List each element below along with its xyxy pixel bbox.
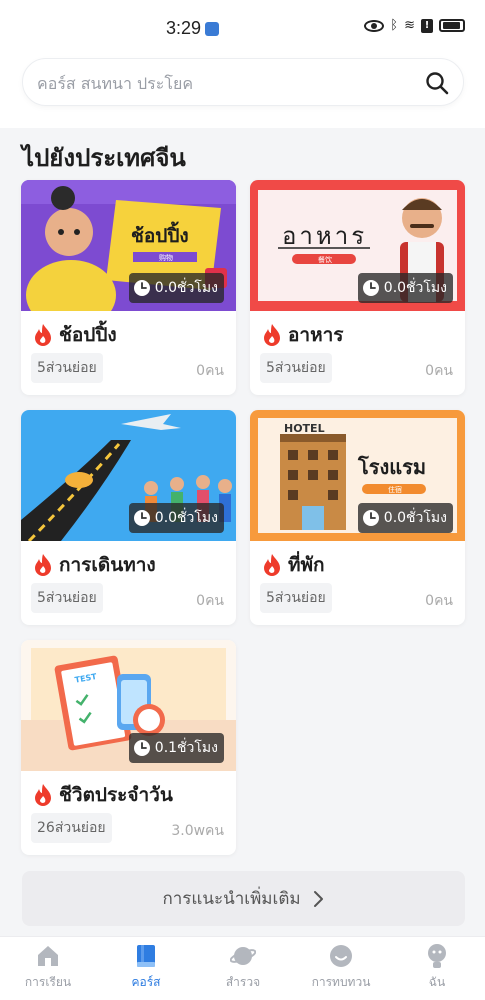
card-title: ที่พัก: [262, 550, 325, 580]
eye-icon: [364, 19, 385, 32]
fire-icon: [35, 784, 51, 806]
nav-label: การทบทวน: [311, 975, 371, 989]
fire-icon: [264, 554, 280, 576]
subunit-count: 5ส่วนย่อย: [31, 583, 103, 613]
card-title-text: ชีวิตประจำวัน: [59, 784, 173, 806]
banner-text: โรงแรม: [357, 455, 426, 479]
review-icon: [330, 945, 352, 967]
notification-icon: [205, 22, 219, 36]
card-image: HOTEL โรงแรม 住宿 0.0ชั่วโมง: [250, 410, 465, 541]
card-title-text: ช้อปปิ้ง: [59, 324, 117, 346]
duration-text: 0.0ชั่วโมง: [383, 280, 447, 296]
nav-item-review[interactable]: การทบทวน: [296, 943, 386, 999]
fire-icon: [264, 324, 280, 346]
wifi-icon: ≋: [404, 18, 415, 33]
nav-label: สำรวจ: [225, 975, 261, 989]
alert-icon: !: [421, 18, 433, 33]
card-image: อาหาร 餐饮 0.0ชั่วโมง: [250, 180, 465, 311]
bluetooth-icon: ᛒ: [390, 18, 399, 33]
status-icons: ᛒ ≋ !: [364, 18, 465, 33]
learner-count: 3.0wคน: [171, 823, 224, 839]
duration-badge: 0.0ชั่วโมง: [357, 503, 453, 533]
nav-label: ฉัน: [428, 975, 446, 989]
learner-count: 0คน: [425, 363, 453, 379]
learner-count: 0คน: [196, 363, 224, 379]
duration-text: 0.0ชั่วโมง: [154, 510, 218, 526]
banner-text: อาหาร: [282, 222, 367, 250]
clock-icon: [133, 740, 150, 756]
clock-icon: [133, 510, 150, 526]
card-image: ช้อปปิ้ง 购物 0.0ชั่วโมง: [21, 180, 236, 311]
card-image: 0.0ชั่วโมง: [21, 410, 236, 541]
learner-count: 0คน: [196, 593, 224, 609]
bottom-nav: การเรียน คอร์ส สำรวจ การทบทวน ฉัน: [0, 936, 485, 1000]
banner-sub: 餐饮: [318, 255, 332, 264]
nav-label: คอร์ส: [131, 975, 161, 989]
duration-text: 0.1ชั่วโมง: [154, 740, 218, 756]
search-input[interactable]: [37, 71, 417, 95]
banner-sub: 住宿: [388, 485, 402, 494]
subunit-count: 26ส่วนย่อย: [31, 813, 112, 843]
search-area: [0, 58, 485, 128]
card-image: TEST 0.1ชั่วโมง: [21, 640, 236, 771]
banner-text: ช้อปปิ้ง: [131, 221, 189, 247]
planet-icon: [230, 947, 256, 965]
more-recommendations-button[interactable]: การแนะนำเพิ่มเติม: [22, 871, 465, 926]
course-card-accommodation[interactable]: HOTEL โรงแรม 住宿 0.0ชั่วโมง ที่พัก 5ส่วนย…: [250, 410, 465, 625]
nav-item-explore[interactable]: สำรวจ: [198, 943, 288, 999]
clock-icon: [362, 510, 379, 526]
more-recommendations-label: การแนะนำเพิ่มเติม: [162, 889, 301, 909]
duration-text: 0.0ชั่วโมง: [154, 280, 218, 296]
card-title: อาหาร: [262, 320, 343, 350]
duration-badge: 0.0ชั่วโมง: [128, 503, 224, 533]
nav-item-learning[interactable]: การเรียน: [3, 943, 93, 999]
clock-icon: [133, 280, 150, 296]
card-title-text: ที่พัก: [288, 554, 325, 576]
subunit-count: 5ส่วนย่อย: [31, 353, 103, 383]
learner-count: 0คน: [425, 593, 453, 609]
nav-item-profile[interactable]: ฉัน: [392, 943, 482, 999]
battery-icon: [439, 19, 465, 32]
subunit-count: 5ส่วนย่อย: [260, 583, 332, 613]
card-title-text: อาหาร: [288, 324, 344, 346]
card-title: ชีวิตประจำวัน: [33, 780, 173, 810]
fire-icon: [35, 324, 51, 346]
banner-sub: 购物: [159, 253, 173, 262]
fire-icon: [35, 554, 51, 576]
card-title-text: การเดินทาง: [59, 554, 156, 576]
course-card-food[interactable]: อาหาร 餐饮 0.0ชั่วโมง อาหาร 5ส่วนย่อย 0คน: [250, 180, 465, 395]
banner-sign: HOTEL: [284, 422, 325, 435]
card-title: การเดินทาง: [33, 550, 156, 580]
section-title: ไปยังประเทศจีน: [22, 144, 186, 172]
status-time: 3:29: [166, 18, 202, 38]
search-icon[interactable]: [425, 71, 449, 95]
chevron-right-icon: [313, 890, 323, 907]
duration-badge: 0.1ชั่วโมง: [128, 733, 224, 763]
clock-icon: [362, 280, 379, 296]
course-card-shopping[interactable]: ช้อปปิ้ง 购物 0.0ชั่วโมง ช้อปปิ้ง 5ส่วนย่อ…: [21, 180, 236, 395]
subunit-count: 5ส่วนย่อย: [260, 353, 332, 383]
nav-label: การเรียน: [24, 975, 72, 989]
nav-item-courses[interactable]: คอร์ส: [101, 943, 191, 999]
status-bar: 3:29 ᛒ ≋ !: [0, 0, 485, 58]
course-card-travel[interactable]: 0.0ชั่วโมง การเดินทาง 5ส่วนย่อย 0คน: [21, 410, 236, 625]
profile-icon: [428, 944, 446, 968]
course-card-daily-life[interactable]: TEST 0.1ชั่วโมง ชีวิตประจำวัน 26ส่วนย่อย…: [21, 640, 236, 855]
card-title: ช้อปปิ้ง: [33, 320, 117, 350]
duration-text: 0.0ชั่วโมง: [383, 510, 447, 526]
duration-badge: 0.0ชั่วโมง: [128, 273, 224, 303]
search-box[interactable]: [22, 58, 464, 106]
book-icon: [137, 945, 155, 967]
duration-badge: 0.0ชั่วโมง: [357, 273, 453, 303]
home-icon: [38, 946, 58, 966]
